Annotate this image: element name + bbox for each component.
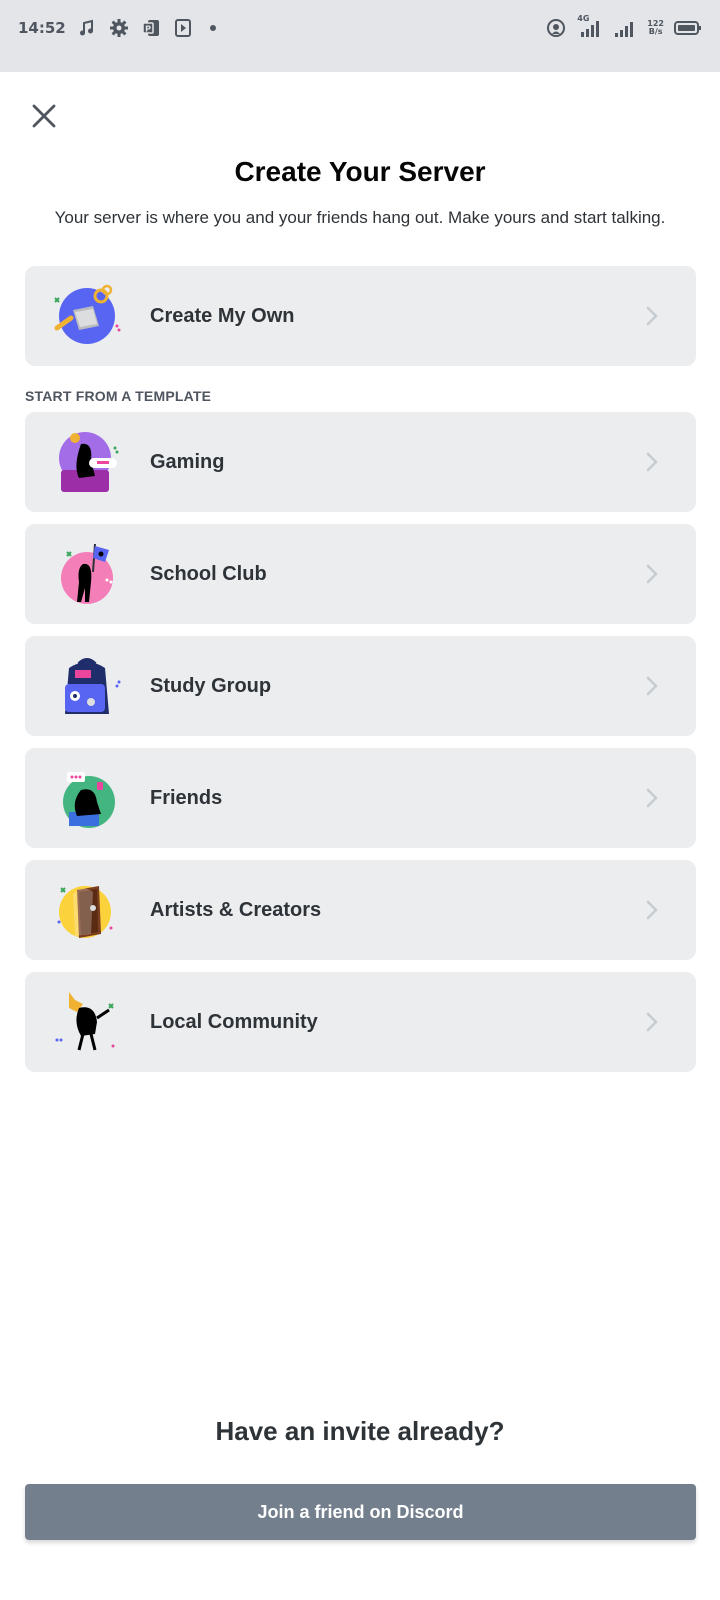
template-school-club-label: School Club bbox=[150, 562, 267, 585]
chevron-right-icon bbox=[644, 898, 660, 922]
status-time: 14:52 bbox=[18, 19, 66, 37]
template-artists-creators-label: Artists & Creators bbox=[150, 898, 322, 921]
create-my-own-label: Create My Own bbox=[150, 304, 295, 327]
template-section-header: START FROM A TEMPLATE bbox=[25, 388, 212, 404]
close-icon bbox=[32, 104, 56, 128]
close-button[interactable] bbox=[24, 96, 64, 136]
chevron-right-icon bbox=[644, 304, 660, 328]
friends-illustration-icon bbox=[53, 766, 123, 830]
notification-dot bbox=[209, 25, 216, 31]
chevron-right-icon bbox=[644, 1010, 660, 1034]
battery-icon bbox=[674, 17, 702, 39]
page-subtitle: Your server is where you and your friend… bbox=[54, 208, 666, 227]
invite-title: Have an invite already? bbox=[215, 1416, 505, 1446]
template-study-group-button[interactable]: Study Group bbox=[25, 636, 696, 736]
gear-icon bbox=[108, 17, 130, 39]
create-my-own-button[interactable]: Create My Own bbox=[25, 266, 696, 366]
template-local-community-button[interactable]: Local Community bbox=[25, 972, 696, 1072]
artists-illustration-icon bbox=[53, 878, 123, 942]
chevron-right-icon bbox=[644, 674, 660, 698]
svg-text:P: P bbox=[145, 25, 151, 34]
hotspot-icon bbox=[545, 17, 567, 39]
media-play-icon bbox=[172, 17, 194, 39]
chevron-right-icon bbox=[644, 450, 660, 474]
signal-4g-icon: 4G bbox=[577, 15, 603, 39]
network-speed-unit: B/s bbox=[648, 27, 663, 36]
template-friends-button[interactable]: Friends bbox=[25, 748, 696, 848]
network-speed: 122 B/s bbox=[647, 20, 664, 36]
chevron-right-icon bbox=[644, 786, 660, 810]
template-gaming-label: Gaming bbox=[150, 450, 225, 473]
status-bar: 14:52 P 4G 122 B/s bbox=[0, 0, 720, 72]
chevron-right-icon bbox=[644, 562, 660, 586]
template-study-group-label: Study Group bbox=[150, 674, 272, 697]
signal-bars-icon bbox=[613, 17, 637, 39]
page-title: Create Your Server bbox=[234, 156, 486, 187]
school-club-illustration-icon bbox=[53, 542, 123, 606]
study-group-illustration-icon bbox=[53, 654, 123, 718]
status-bar-left: 14:52 P bbox=[18, 17, 216, 39]
create-own-illustration-icon bbox=[53, 284, 123, 348]
template-friends-label: Friends bbox=[150, 786, 223, 809]
music-note-icon bbox=[76, 17, 98, 39]
join-friend-button[interactable]: Join a friend on Discord bbox=[25, 1484, 696, 1540]
template-school-club-button[interactable]: School Club bbox=[25, 524, 696, 624]
status-bar-right: 4G 122 B/s bbox=[545, 15, 702, 39]
template-artists-creators-button[interactable]: Artists & Creators bbox=[25, 860, 696, 960]
powerpoint-icon: P bbox=[140, 17, 162, 39]
local-community-illustration-icon bbox=[53, 990, 123, 1054]
gaming-illustration-icon bbox=[53, 430, 123, 494]
template-local-community-label: Local Community bbox=[150, 1010, 318, 1033]
template-gaming-button[interactable]: Gaming bbox=[25, 412, 696, 512]
